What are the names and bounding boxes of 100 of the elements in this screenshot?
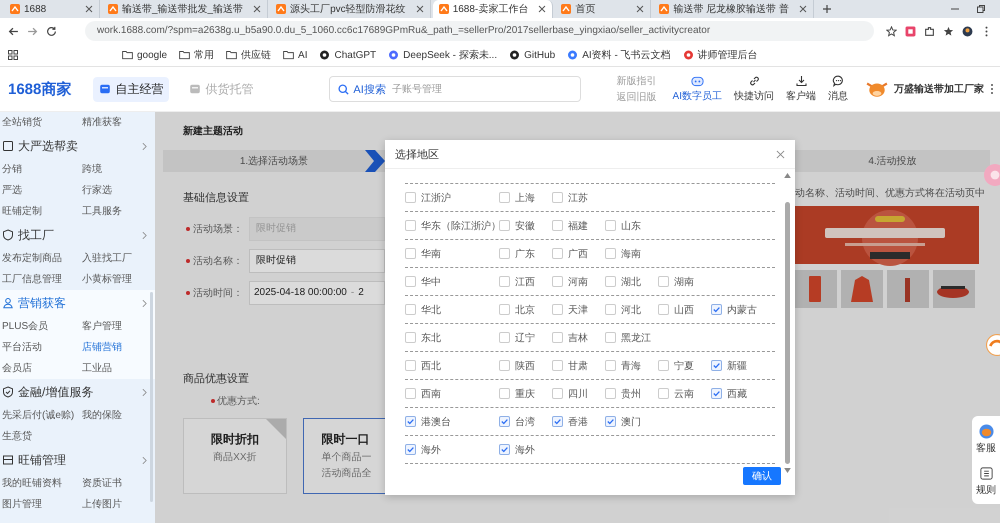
sidebar-group[interactable]: 营销获客 — [0, 290, 155, 316]
toolbar-button[interactable]: 快捷访问 — [734, 75, 774, 103]
region-checkbox[interactable]: 海外 — [405, 442, 499, 456]
region-checkbox[interactable]: 吉林 — [552, 330, 605, 344]
reload-icon[interactable] — [46, 26, 57, 36]
region-checkbox[interactable]: 陕西 — [499, 358, 552, 372]
sidebar-item[interactable]: 先采后付(诚e赊) — [2, 405, 82, 426]
sidebar-item[interactable]: 图片管理 — [2, 494, 82, 515]
search-input[interactable]: 子账号管理 — [390, 82, 524, 96]
close-icon[interactable] — [85, 5, 93, 13]
region-checkbox[interactable]: 四川 — [552, 386, 605, 400]
region-checkbox[interactable]: 广西 — [552, 246, 605, 260]
region-checkbox[interactable]: 华中 — [405, 274, 499, 288]
region-checkbox[interactable]: 华东（除江浙沪） — [405, 218, 499, 232]
date-range-field[interactable]: 2025-04-18 00:00:00 - 2 — [249, 281, 385, 305]
bookmark[interactable]: 讲师管理后台 — [682, 48, 758, 62]
bookmark[interactable]: GitHub — [509, 50, 556, 60]
sidebar-item[interactable]: 店铺营销 — [82, 337, 152, 358]
region-checkbox[interactable]: 海南 — [605, 246, 658, 260]
puzzle-icon[interactable] — [924, 26, 935, 36]
region-checkbox[interactable]: 河北 — [605, 302, 658, 316]
sidebar-group[interactable]: 找工厂 — [0, 222, 155, 248]
region-checkbox[interactable]: 河南 — [552, 274, 605, 288]
region-checkbox[interactable]: 宁夏 — [658, 358, 711, 372]
region-checkbox[interactable]: 华南 — [405, 246, 499, 260]
sidebar-item[interactable]: 小黄标管理 — [82, 269, 152, 290]
region-checkbox[interactable]: 安徽 — [499, 218, 552, 232]
region-checkbox[interactable]: 香港 — [552, 414, 605, 428]
sidebar-item[interactable]: 行家选 — [82, 180, 152, 201]
close-icon[interactable] — [776, 150, 785, 158]
confirm-button[interactable]: 确认 — [743, 467, 781, 485]
close-icon[interactable] — [636, 5, 644, 13]
sidebar-item[interactable]: 跨境 — [82, 159, 152, 180]
region-checkbox[interactable]: 湖南 — [658, 274, 711, 288]
sidebar-item[interactable]: 分销 — [2, 159, 82, 180]
restore-icon[interactable] — [976, 4, 986, 14]
region-checkbox[interactable]: 华北 — [405, 302, 499, 316]
bookmark[interactable]: google — [122, 50, 168, 60]
bookmark[interactable]: AI — [283, 50, 308, 60]
option-card[interactable]: 限时折扣 商品XX折 — [183, 418, 287, 494]
bookmark[interactable]: ChatGPT — [319, 50, 376, 60]
region-checkbox[interactable]: 台湾 — [499, 414, 552, 428]
more-icon[interactable] — [990, 83, 994, 95]
region-checkbox[interactable]: 贵州 — [605, 386, 658, 400]
sidebar-item[interactable]: 上传图片 — [82, 494, 152, 515]
sidebar-item[interactable]: 精准获客 — [82, 112, 152, 133]
sidebar-item[interactable]: 旺铺定制 — [2, 201, 82, 222]
region-checkbox[interactable]: 内蒙古 — [711, 302, 764, 316]
toolbar-button[interactable]: 客户端 — [786, 75, 816, 103]
bookmark[interactable]: AI资料 - 飞书云文档 — [567, 48, 671, 62]
region-checkbox[interactable]: 西南 — [405, 386, 499, 400]
star-icon[interactable] — [886, 26, 897, 36]
region-checkbox[interactable]: 云南 — [658, 386, 711, 400]
extension-icon[interactable] — [905, 26, 916, 36]
service-button[interactable]: 客服 — [976, 424, 996, 454]
sidebar-item[interactable]: 生意贷 — [2, 426, 82, 447]
sidebar-item[interactable]: 入驻找工厂 — [82, 248, 152, 269]
close-icon[interactable] — [416, 5, 424, 13]
logo[interactable]: 1688商家 — [8, 80, 72, 98]
region-checkbox[interactable]: 北京 — [499, 302, 552, 316]
toolbar-button[interactable]: AI数字员工 — [672, 75, 722, 103]
region-checkbox[interactable]: 黑龙江 — [605, 330, 658, 344]
sidebar-item[interactable]: 我的旺铺资料 — [2, 473, 82, 494]
region-checkbox[interactable]: 海外 — [499, 442, 552, 456]
region-checkbox[interactable]: 山西 — [658, 302, 711, 316]
region-checkbox[interactable]: 江西 — [499, 274, 552, 288]
sidebar-item[interactable]: 工具服务 — [82, 201, 152, 222]
region-checkbox[interactable]: 天津 — [552, 302, 605, 316]
scroll-down-icon[interactable] — [784, 468, 790, 473]
sidebar-item[interactable]: 发布定制商品 — [2, 248, 82, 269]
sidebar-item[interactable]: 资质证书 — [82, 473, 152, 494]
region-checkbox[interactable]: 广东 — [499, 246, 552, 260]
option-card[interactable]: 限时一口 单个商品一 活动商品全 — [302, 418, 385, 494]
ai-search-label[interactable]: AI搜索 — [353, 82, 386, 96]
shop-name[interactable]: 万盛输送带加工厂家 — [894, 82, 984, 96]
region-checkbox[interactable]: 辽宁 — [499, 330, 552, 344]
region-checkbox[interactable]: 甘肃 — [552, 358, 605, 372]
region-checkbox[interactable]: 福建 — [552, 218, 605, 232]
sidebar-group[interactable]: 大严选帮卖 — [0, 133, 155, 159]
apps-icon[interactable] — [8, 50, 18, 60]
sidebar-item[interactable]: 工业品 — [82, 358, 152, 379]
sidebar-item[interactable]: 严选 — [2, 180, 82, 201]
region-checkbox[interactable]: 上海 — [499, 190, 552, 204]
region-checkbox[interactable]: 东北 — [405, 330, 499, 344]
toolbar-button[interactable]: 消息 — [828, 75, 848, 103]
region-checkbox[interactable]: 江苏 — [552, 190, 605, 204]
close-icon[interactable] — [253, 5, 262, 13]
region-checkbox[interactable]: 澳门 — [605, 414, 658, 428]
bookmark-star-icon[interactable] — [943, 26, 954, 36]
close-icon[interactable] — [798, 5, 807, 13]
search-field[interactable]: AI搜索 子账号管理 — [329, 76, 582, 102]
bookmark[interactable]: 供应链 — [226, 48, 272, 62]
browser-tab[interactable]: 1688-卖家工作台 — [432, 0, 554, 18]
region-checkbox[interactable]: 港澳台 — [405, 414, 499, 428]
region-checkbox[interactable]: 新疆 — [711, 358, 764, 372]
text-field[interactable]: 限时促销 — [249, 249, 385, 273]
rules-button[interactable]: 规则 — [976, 466, 996, 496]
sidebar-item[interactable]: 客户管理 — [82, 316, 152, 337]
close-icon[interactable] — [538, 5, 546, 13]
sidebar-item[interactable]: 工厂信息管理 — [2, 269, 82, 290]
